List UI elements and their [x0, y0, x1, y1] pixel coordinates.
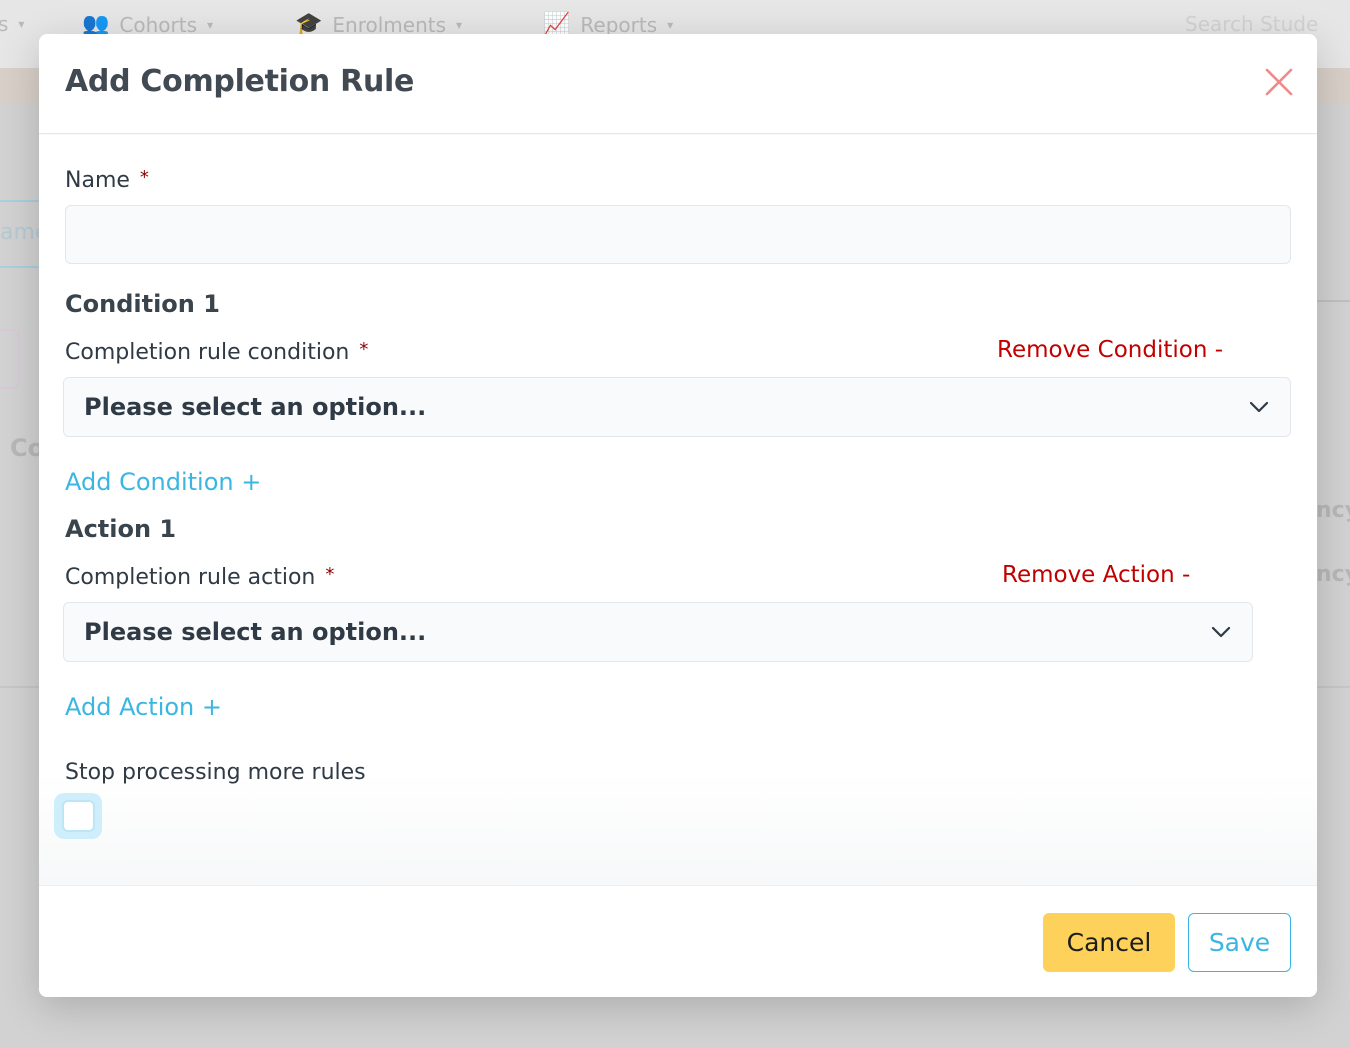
action-select[interactable]: Please select an option... — [63, 602, 1253, 662]
cancel-button[interactable]: Cancel — [1043, 913, 1175, 972]
background-divider — [1317, 300, 1350, 302]
action-label: Completion rule action * — [65, 564, 335, 590]
close-icon — [1265, 68, 1293, 96]
stop-processing-label: Stop processing more rules — [65, 760, 366, 785]
add-action-link[interactable]: Add Action + — [65, 693, 222, 721]
add-completion-rule-modal: Add Completion Rule Name * Condition 1 Co… — [39, 34, 1317, 997]
condition-select-value: Please select an option... — [84, 393, 427, 421]
stop-processing-checkbox-focus-ring — [54, 793, 102, 839]
condition-section-title: Condition 1 — [65, 290, 220, 318]
background-right-fragment-2: ncy — [1316, 562, 1350, 587]
save-button[interactable]: Save — [1188, 913, 1291, 972]
required-marker: * — [359, 339, 369, 360]
modal-footer: Cancel Save — [39, 885, 1317, 997]
name-label: Name * — [65, 167, 149, 193]
remove-action-link[interactable]: Remove Action - — [1002, 562, 1190, 588]
action-select-value: Please select an option... — [84, 618, 427, 646]
background-card-fragment — [0, 329, 20, 389]
add-condition-link[interactable]: Add Condition + — [65, 468, 261, 496]
nav-item-partial: s ▾ — [0, 12, 25, 36]
background-tab-underline — [0, 200, 40, 202]
close-button[interactable] — [1263, 66, 1295, 98]
required-marker: * — [139, 167, 149, 188]
modal-header: Add Completion Rule — [39, 34, 1317, 134]
background-search-input: Search Stude — [1185, 12, 1319, 36]
condition-select[interactable]: Please select an option... — [63, 377, 1291, 437]
chevron-down-icon — [1211, 626, 1231, 638]
background-right-fragment-1: ncy — [1316, 498, 1350, 523]
chevron-down-icon — [1249, 401, 1269, 413]
modal-body: Name * Condition 1 Completion rule condit… — [39, 135, 1317, 885]
action-section-title: Action 1 — [65, 515, 177, 543]
remove-condition-link[interactable]: Remove Condition - — [997, 337, 1223, 363]
stop-processing-checkbox[interactable] — [61, 800, 95, 832]
required-marker: * — [325, 564, 335, 585]
background-tab-underline-2 — [0, 266, 40, 268]
modal-title: Add Completion Rule — [65, 64, 415, 99]
name-input[interactable] — [65, 205, 1291, 264]
condition-label: Completion rule condition * — [65, 339, 369, 365]
